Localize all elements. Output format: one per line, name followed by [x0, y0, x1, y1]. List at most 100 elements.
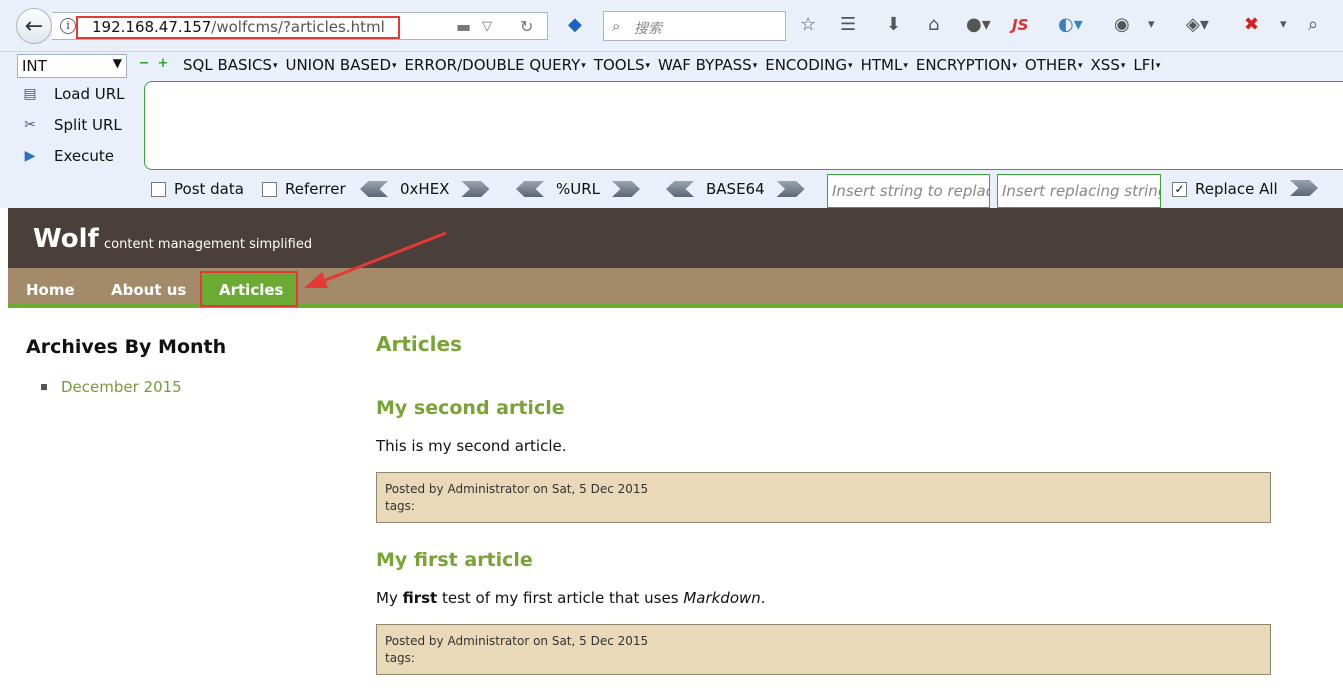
article-meta: Posted by Administrator on Sat, 5 Dec 20… — [376, 472, 1271, 523]
replace-string-input[interactable]: Insert replacing string — [997, 174, 1161, 208]
execute-button[interactable]: ▶ Execute — [20, 146, 114, 166]
url-encode-icon[interactable] — [612, 181, 641, 197]
menu-chevron-icon[interactable]: ▾ — [1148, 14, 1155, 36]
post-data-label: Post data — [174, 180, 244, 198]
overflow-chevron-icon[interactable]: ▾ — [1280, 14, 1287, 36]
nav-home[interactable]: Home — [26, 281, 75, 299]
url-textarea[interactable] — [144, 81, 1343, 170]
browser-toolbar: ← i 192.168.47.157/wolfcms/?articles.htm… — [0, 0, 1343, 52]
url-host: 192.168.47.157 — [92, 18, 212, 36]
zoom-icon[interactable]: ⌕ — [1308, 14, 1318, 36]
article-body: My first test of my first article that u… — [376, 589, 766, 607]
load-url-label: Load URL — [54, 85, 125, 103]
menu-xss[interactable]: XSS — [1091, 56, 1126, 74]
execute-label: Execute — [54, 147, 114, 165]
replace-run — [1290, 180, 1318, 196]
find-string-input[interactable]: Insert string to replace — [827, 174, 990, 208]
base64-encode-icon[interactable] — [776, 181, 805, 197]
menu-error-double-query[interactable]: ERROR/DOUBLE QUERY — [405, 56, 586, 74]
url-encoder: %URL — [516, 180, 641, 198]
select-arrow-icon: ▼ — [112, 56, 122, 70]
palette-icon[interactable]: ◉ — [1114, 14, 1130, 36]
back-arrow-icon[interactable]: ← — [16, 8, 52, 44]
menu-waf-bypass[interactable]: WAF BYPASS — [658, 56, 757, 74]
nav-highlight-box — [200, 271, 298, 307]
menu-html[interactable]: HTML — [861, 56, 908, 74]
site-title[interactable]: Wolf — [33, 224, 99, 254]
load-url-icon: ▤ — [23, 86, 37, 102]
menu-lfi[interactable]: LFI — [1133, 56, 1160, 74]
body-text: My — [376, 589, 403, 607]
article-meta: Posted by Administrator on Sat, 5 Dec 20… — [376, 624, 1271, 675]
url-text[interactable]: 192.168.47.157/wolfcms/?articles.html — [92, 18, 385, 36]
article-meta-posted: Posted by Administrator on Sat, 5 Dec 20… — [385, 634, 649, 648]
sidebar-title: Archives By Month — [26, 336, 227, 358]
article-title[interactable]: My first article — [376, 549, 533, 571]
menu-sql-basics[interactable]: SQL BASICS — [183, 56, 277, 74]
minus-icon[interactable]: − — [138, 57, 150, 70]
plus-icon[interactable]: + — [157, 57, 169, 70]
replace-all-check[interactable]: ✓ — [1172, 181, 1187, 197]
replace-all-checkbox[interactable]: ✓ Replace All — [1172, 180, 1278, 198]
article-meta-tags: tags: — [385, 651, 415, 665]
post-data-check[interactable] — [151, 181, 166, 197]
archive-link-december-2015[interactable]: December 2015 — [61, 378, 182, 396]
info-icon[interactable]: i — [60, 18, 76, 34]
home-icon[interactable]: ⌂ — [928, 14, 939, 36]
reading-list-icon[interactable]: ☰ — [840, 14, 856, 36]
pin-icon[interactable]: ◆ — [568, 14, 582, 36]
address-bar[interactable]: i 192.168.47.157/wolfcms/?articles.html … — [52, 12, 548, 40]
body-text: test of my first article that uses — [437, 589, 684, 607]
hex-decode-icon[interactable] — [360, 181, 388, 197]
base64-label: BASE64 — [706, 180, 765, 198]
reload-icon[interactable]: ↻ — [520, 17, 533, 36]
referrer-checkbox[interactable]: Referrer — [262, 180, 346, 198]
layers-icon[interactable]: ◈▾ — [1186, 14, 1209, 36]
blocked-script-icon[interactable]: ✖ — [1244, 14, 1259, 36]
search-field[interactable]: ⌕ 搜索 — [603, 11, 786, 41]
hex-encoder: 0xHEX — [360, 180, 490, 198]
search-placeholder: 搜索 — [634, 21, 662, 37]
hex-encode-icon[interactable] — [461, 181, 490, 197]
js-icon[interactable]: JS — [1012, 14, 1028, 36]
type-select-value: INT — [22, 57, 47, 75]
article-meta-tags: tags: — [385, 499, 415, 513]
menu-tools[interactable]: TOOLS — [594, 56, 650, 74]
referrer-check[interactable] — [262, 181, 277, 197]
base64-decode-icon[interactable] — [666, 181, 694, 197]
article-meta-posted: Posted by Administrator on Sat, 5 Dec 20… — [385, 482, 649, 496]
globe-icon[interactable]: ●▾ — [966, 14, 991, 36]
bookmark-star-icon[interactable]: ☆ — [800, 14, 816, 36]
hex-label: 0xHEX — [400, 180, 450, 198]
post-data-checkbox[interactable]: Post data — [151, 180, 244, 198]
site-identity-icon[interactable]: ▬ — [456, 17, 471, 36]
menu-other[interactable]: OTHER — [1025, 56, 1083, 74]
site-slogan: content management simplified — [104, 237, 313, 252]
hackbar-panel: INT ▼ − + SQL BASICS UNION BASED ERROR/D… — [0, 52, 1343, 208]
body-italic-text: Markdown — [683, 589, 761, 607]
search-icon: ⌕ — [612, 17, 621, 35]
hackbar-menu: SQL BASICS UNION BASED ERROR/DOUBLE QUER… — [183, 56, 1168, 74]
split-url-label: Split URL — [54, 116, 122, 134]
article-body: This is my second article. — [376, 437, 567, 455]
play-icon: ▶ — [24, 148, 36, 164]
url-path: /wolfcms/?articles.html — [211, 18, 385, 36]
dropdown-chevron-icon[interactable]: ▽ — [482, 19, 492, 34]
replace-all-label: Replace All — [1195, 180, 1278, 198]
url-decode-icon[interactable] — [516, 181, 544, 197]
bullet-icon — [41, 384, 47, 390]
load-url-button[interactable]: ▤ Load URL — [20, 84, 125, 104]
scissors-icon: ✂ — [24, 117, 36, 133]
nav-about-us[interactable]: About us — [111, 281, 186, 299]
type-select[interactable]: INT ▼ — [17, 54, 127, 78]
replace-run-icon[interactable] — [1290, 180, 1318, 196]
site-header: Wolf content management simplified — [8, 208, 1343, 268]
menu-union-based[interactable]: UNION BASED — [285, 56, 396, 74]
menu-encoding[interactable]: ENCODING — [765, 56, 852, 74]
menu-encryption[interactable]: ENCRYPTION — [916, 56, 1017, 74]
body-bold-text: first — [402, 589, 438, 607]
split-url-button[interactable]: ✂ Split URL — [20, 115, 122, 135]
article-title[interactable]: My second article — [376, 397, 565, 419]
earth-icon[interactable]: ◐▾ — [1058, 14, 1083, 36]
download-icon[interactable]: ⬇ — [886, 14, 901, 36]
